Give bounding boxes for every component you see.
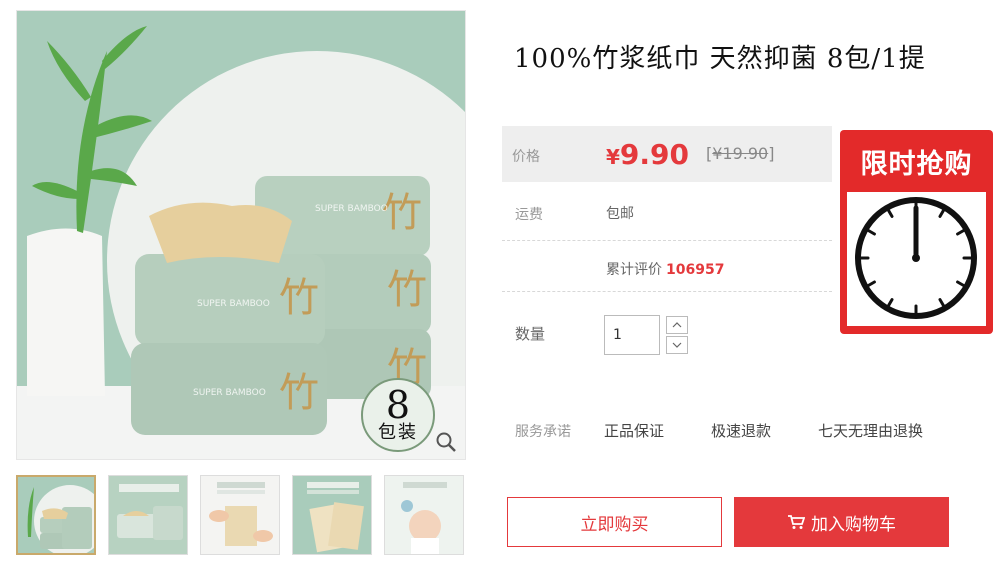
shipping-label: 运费 [515,207,543,223]
original-price: [¥19.90] [706,144,775,163]
zoom-icon[interactable] [435,431,457,453]
thumbnail-4[interactable] [292,475,372,555]
flash-sale-badge[interactable]: 限时抢购 [840,130,993,334]
price-row: 价格 ¥9.90 [¥19.90] [502,126,832,182]
divider [502,240,832,241]
cart-icon [788,515,805,529]
flash-sale-text: 限时抢购 [860,149,973,180]
service-item-seven-day-return: 七天无理由退换 [818,422,924,440]
current-price: ¥9.90 [606,138,689,171]
quantity-decrease-button[interactable] [666,336,688,354]
quantity-increase-button[interactable] [666,316,688,334]
buy-now-button[interactable]: 立即购买 [507,497,722,547]
svg-text:竹: 竹 [279,275,319,321]
shipping-value: 包邮 [606,206,634,222]
divider [502,291,832,292]
chevron-up-icon [672,322,682,328]
review-label: 累计评价 [606,262,662,278]
thumbnail-5[interactable] [384,475,464,555]
pack-count-badge: 8 包装 [361,378,435,452]
quantity-input[interactable] [604,315,660,355]
pack-count-text: 包装 [378,422,418,443]
thumbnail-3[interactable] [200,475,280,555]
add-to-cart-button[interactable]: 加入购物车 [734,497,949,547]
chevron-down-icon [672,342,682,348]
product-gallery: 竹 竹 竹 竹 竹 SUPER BAMBOO SUPER BAMBOO SUPE… [16,10,466,555]
svg-text:竹: 竹 [279,370,319,416]
service-label: 服务承诺 [515,424,571,440]
add-to-cart-label: 加入购物车 [811,514,896,534]
price-label: 价格 [512,149,540,165]
pack-count-number: 8 [385,383,411,427]
main-product-image[interactable]: 竹 竹 竹 竹 竹 SUPER BAMBOO SUPER BAMBOO SUPE… [16,10,466,460]
svg-text:竹: 竹 [382,190,422,236]
svg-text:竹: 竹 [387,267,427,313]
svg-text:SUPER BAMBOO: SUPER BAMBOO [315,204,388,214]
clock-icon [855,197,977,319]
quantity-label: 数量 [515,325,546,343]
thumbnail-1[interactable] [16,475,96,555]
review-summary: 累计评价 106957 [606,259,724,279]
product-title: 100%竹浆纸巾 天然抑菌 8包/1提 [514,44,926,74]
review-count[interactable]: 106957 [666,262,724,278]
current-price-value: 9.90 [619,138,690,171]
thumbnail-strip [16,475,476,565]
svg-text:SUPER BAMBOO: SUPER BAMBOO [193,388,266,398]
flash-sale-clock-panel [847,192,986,326]
thumbnail-2[interactable] [108,475,188,555]
service-item-fast-refund: 极速退款 [711,422,772,440]
currency-symbol: ¥ [606,145,620,169]
original-price-value: ¥19.90 [712,144,769,163]
service-item-genuine: 正品保证 [604,422,665,440]
svg-text:SUPER BAMBOO: SUPER BAMBOO [197,299,270,309]
